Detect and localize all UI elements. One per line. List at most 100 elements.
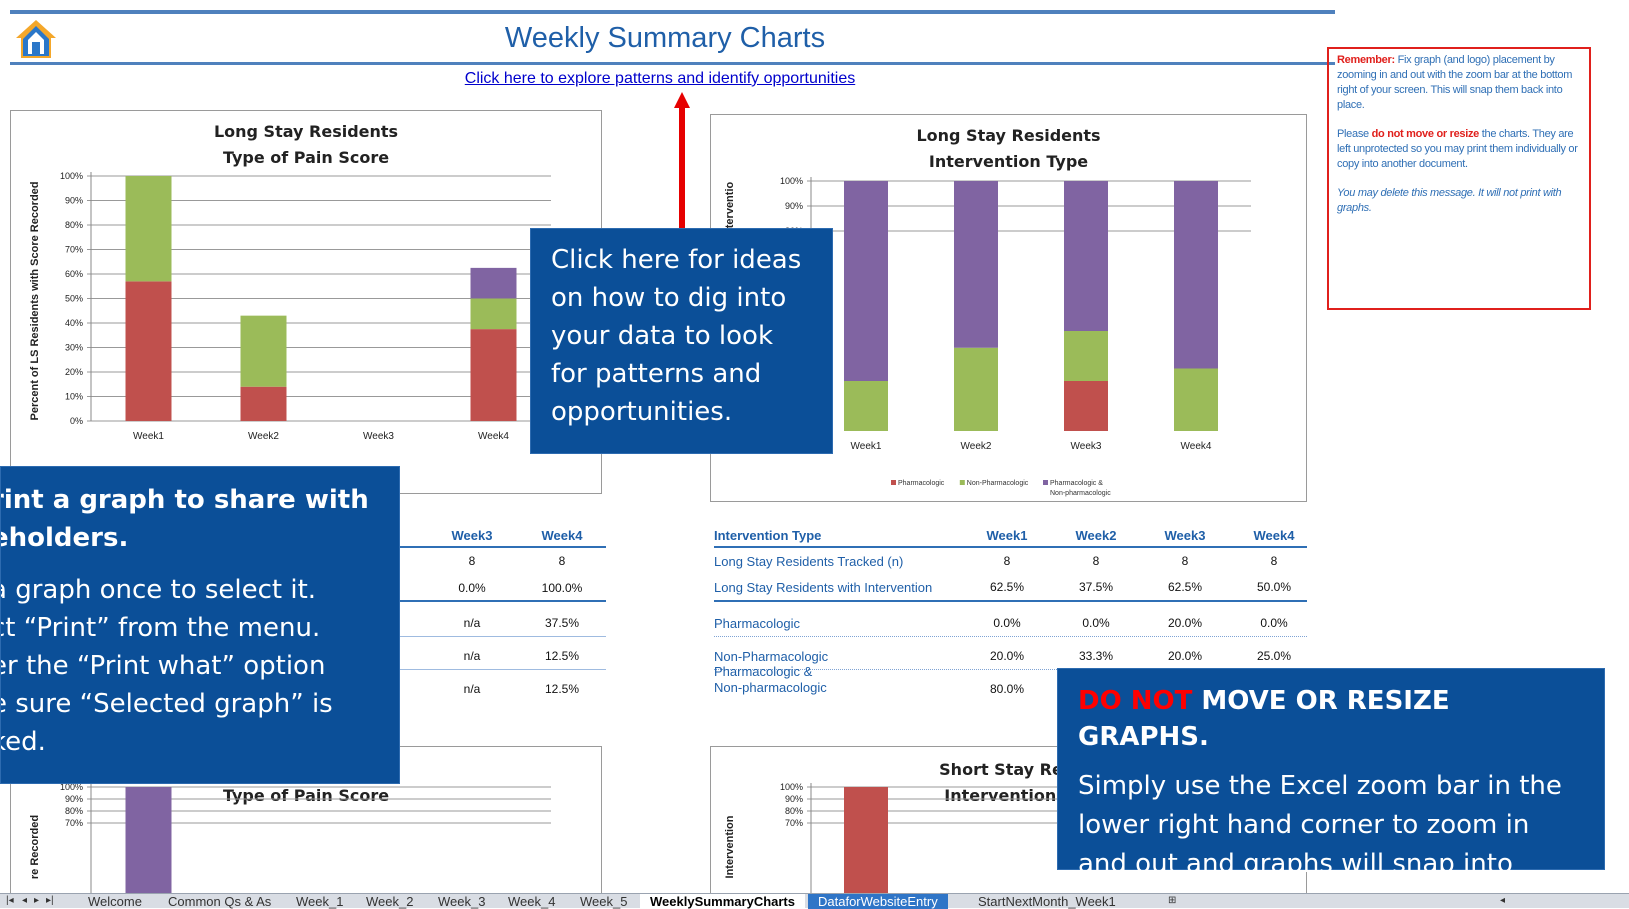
y-axis-label: Intervention bbox=[724, 815, 736, 878]
table-cell: n/a bbox=[463, 682, 481, 696]
table-cell: 8 bbox=[1003, 554, 1011, 568]
sheet-tab[interactable]: DataforWebsiteEntry bbox=[808, 894, 948, 909]
y-tick-label: 100% bbox=[780, 176, 803, 186]
divider bbox=[380, 546, 606, 548]
table-cell: 8 bbox=[1092, 554, 1100, 568]
table-header: 2Week3Week4 bbox=[380, 528, 606, 546]
sheet-tab[interactable]: Common Qs & As bbox=[158, 894, 281, 909]
last-sheet-icon[interactable]: ▸| bbox=[46, 895, 54, 906]
table-cell: 33.3% bbox=[1078, 649, 1114, 663]
bar-segment bbox=[1174, 181, 1218, 369]
table-cell: 62.5% bbox=[989, 580, 1025, 594]
reminder-p3: You may delete this message. It will not… bbox=[1337, 187, 1562, 214]
legend-label: Non-Pharmacologic bbox=[967, 480, 1029, 487]
print-instructions-callout: rint a graph to share with eholders. a g… bbox=[0, 466, 400, 784]
table-cell: n/a bbox=[463, 649, 481, 663]
scroll-left-icon[interactable]: ◂ bbox=[1500, 895, 1505, 906]
column-header: Week4 bbox=[541, 528, 583, 543]
y-tick-label: 90% bbox=[785, 794, 803, 804]
bar-segment bbox=[1064, 331, 1108, 381]
legend-label: Non-pharmacologic bbox=[1050, 490, 1111, 497]
arrow-up-icon bbox=[674, 92, 690, 232]
y-axis-label: re Recorded bbox=[29, 815, 41, 879]
bar-segment bbox=[1064, 381, 1108, 431]
table-cell: 100.0% bbox=[541, 581, 583, 595]
y-axis-label: terventio bbox=[724, 181, 736, 228]
x-tick-label: Week3 bbox=[363, 431, 394, 442]
bar-segment bbox=[470, 329, 517, 421]
y-tick-label: 90% bbox=[785, 201, 803, 211]
callout-heading: DO NOT MOVE OR RESIZE GRAPHS. bbox=[1078, 683, 1584, 755]
sheet-tab[interactable]: StartNextMonth_Week1 bbox=[968, 894, 1126, 909]
row-label: Pharmacologic & bbox=[714, 664, 813, 679]
reminder-label: Remember: bbox=[1337, 54, 1395, 66]
y-tick-label: 50% bbox=[65, 294, 83, 304]
chart-ls-pain-score[interactable]: Long Stay Residents Type of Pain Score 1… bbox=[10, 110, 602, 494]
bar-segment bbox=[844, 381, 888, 431]
callout-line: er the “Print what” option bbox=[0, 651, 326, 681]
reminder-text: Please bbox=[1337, 128, 1372, 140]
divider bbox=[714, 600, 1307, 602]
divider bbox=[380, 636, 606, 637]
row-label: Non-Pharmacologic bbox=[714, 649, 829, 664]
y-tick-label: 10% bbox=[65, 392, 83, 402]
y-tick-label: 0% bbox=[70, 416, 83, 426]
sheet-tab[interactable]: WeeklySummaryCharts bbox=[640, 894, 805, 909]
sheet-tab[interactable]: Week_1 bbox=[286, 894, 353, 909]
callout-line: a graph once to select it. bbox=[0, 575, 317, 605]
legend-label: Pharmacologic bbox=[898, 480, 945, 487]
x-tick-label: Week4 bbox=[478, 431, 509, 442]
table-cell: 37.5% bbox=[1078, 580, 1114, 594]
column-header: Intervention Type bbox=[714, 528, 822, 543]
callout-line: ct “Print” from the menu. bbox=[0, 613, 321, 643]
x-tick-label: Week2 bbox=[961, 441, 992, 452]
legend-swatch bbox=[891, 480, 896, 485]
table-cell: n/a bbox=[463, 616, 481, 630]
table-header: Intervention Type Week1 Week2 Week3 Week4 bbox=[714, 528, 1307, 546]
reminder-p1: Remember: Fix graph (and logo) placement… bbox=[1337, 53, 1581, 113]
x-tick-label: Week4 bbox=[1181, 441, 1212, 452]
bar-segment bbox=[844, 181, 888, 381]
table-cell: 0.0% bbox=[993, 616, 1021, 630]
column-header: Week4 bbox=[1253, 528, 1295, 543]
y-tick-label: 80% bbox=[65, 220, 83, 230]
reminder-note: Remember: Fix graph (and logo) placement… bbox=[1327, 47, 1591, 310]
x-tick-label: Week2 bbox=[248, 431, 279, 442]
row-label: Long Stay Residents with Intervention bbox=[714, 580, 933, 595]
table-cell: 20.0% bbox=[1167, 616, 1203, 630]
table-cell: 62.5% bbox=[1167, 580, 1203, 594]
callout-heading: rint a graph to share with eholders. bbox=[0, 485, 369, 553]
sheet-tab[interactable]: Week_2 bbox=[356, 894, 423, 909]
bar-segment bbox=[954, 181, 998, 348]
reminder-p2: Please do not move or resize the charts.… bbox=[1337, 127, 1581, 172]
x-tick-label: Week1 bbox=[133, 431, 164, 442]
table-cell: 8 bbox=[468, 554, 476, 568]
prev-sheet-icon[interactable]: ◂ bbox=[22, 895, 27, 906]
bar-segment bbox=[125, 787, 172, 893]
ideas-callout[interactable]: Click here for ideas on how to dig into … bbox=[530, 228, 833, 454]
table-cell: 0.0% bbox=[1082, 616, 1110, 630]
legend-label: Pharmacologic & bbox=[1050, 480, 1103, 487]
sheet-tab[interactable]: Welcome bbox=[78, 894, 152, 909]
table-cell: 37.5% bbox=[544, 616, 580, 630]
insert-sheet-icon[interactable]: ⊞ bbox=[1168, 895, 1176, 906]
y-tick-label: 30% bbox=[65, 343, 83, 353]
y-tick-label: 100% bbox=[780, 782, 803, 792]
chart-plot: 100% 90% 80% 70% 60% 50% 40% 30% 20% 10% 0% Percent… bbox=[29, 171, 551, 442]
legend-swatch bbox=[1043, 480, 1048, 485]
y-tick-label: 20% bbox=[65, 367, 83, 377]
first-sheet-icon[interactable]: |◂ bbox=[6, 895, 14, 906]
y-tick-label: 70% bbox=[65, 818, 83, 828]
y-tick-label: 60% bbox=[65, 269, 83, 279]
sheet-tab[interactable]: Week_4 bbox=[498, 894, 565, 909]
next-sheet-icon[interactable]: ▸ bbox=[34, 895, 39, 906]
y-tick-label: 70% bbox=[65, 245, 83, 255]
divider bbox=[714, 546, 1307, 548]
table-cell: 8 bbox=[1270, 554, 1278, 568]
sheet-tab[interactable]: Week_3 bbox=[428, 894, 495, 909]
sheet-tab[interactable]: Week_5 bbox=[570, 894, 637, 909]
table-cell: 0.0% bbox=[458, 581, 486, 595]
divider bbox=[380, 600, 606, 602]
explore-patterns-link[interactable]: Click here to explore patterns and ident… bbox=[0, 70, 1320, 88]
table-cell: 8 bbox=[1181, 554, 1189, 568]
